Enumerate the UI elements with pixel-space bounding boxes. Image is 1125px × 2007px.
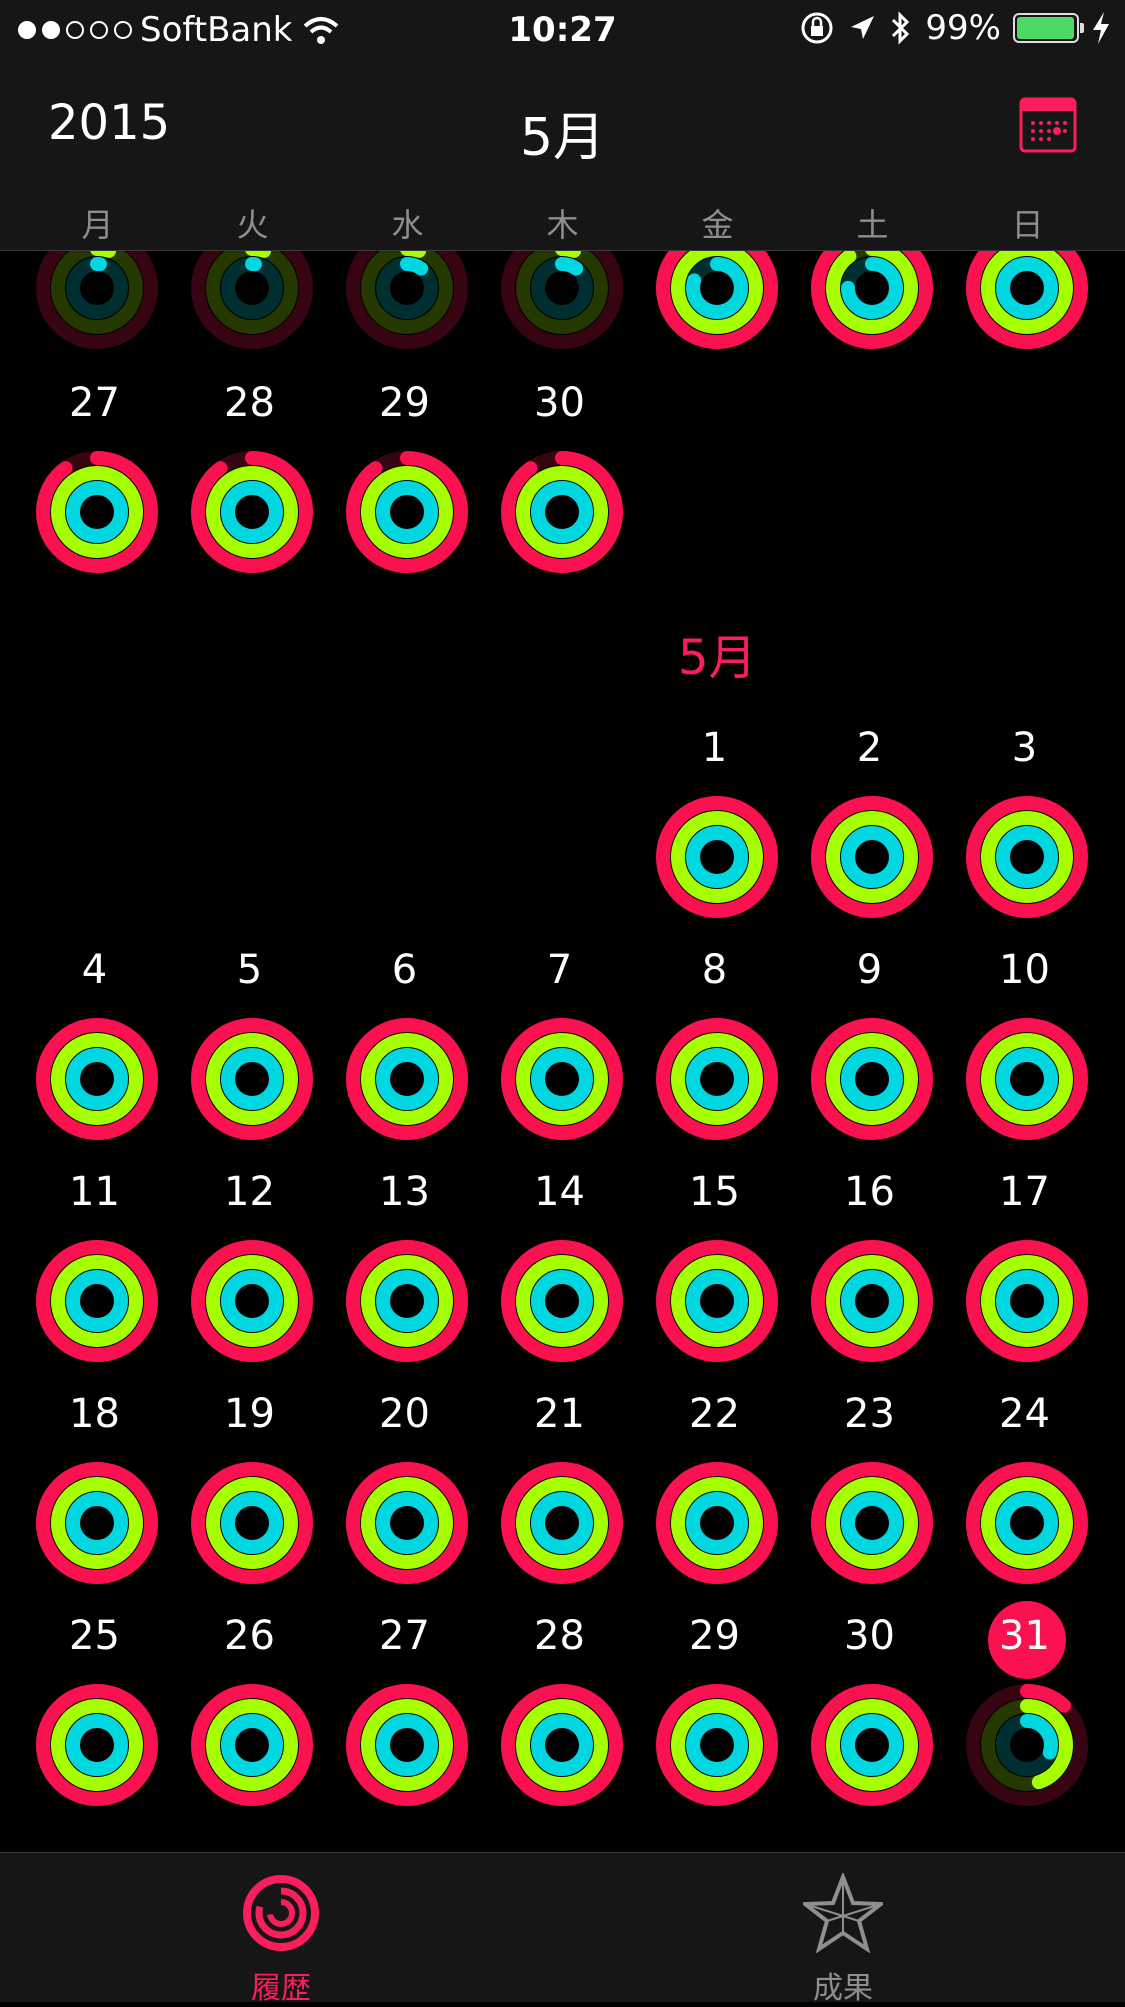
day-number: 29 [689, 1613, 740, 1659]
day-number: 10 [999, 947, 1050, 993]
star-icon [803, 1873, 883, 1953]
day-ring[interactable] [655, 1461, 779, 1585]
day-ring[interactable] [655, 1017, 779, 1141]
day-ring[interactable] [35, 1461, 159, 1585]
day-ring[interactable] [35, 450, 159, 574]
day-number: 27 [69, 380, 120, 426]
day-ring[interactable] [965, 1017, 1089, 1141]
day-ring[interactable] [345, 1239, 469, 1363]
day-ring[interactable] [810, 1239, 934, 1363]
day-number: 23 [844, 1391, 895, 1437]
tab-bar: 履歴 成果 [0, 1852, 1125, 2006]
calendar-icon[interactable] [1019, 95, 1077, 153]
day-number: 15 [689, 1169, 740, 1215]
day-ring[interactable] [35, 1683, 159, 1807]
tab-history[interactable]: 履歴 [131, 1853, 431, 2006]
day-ring[interactable] [500, 1239, 624, 1363]
weekday-label: 金 [701, 206, 734, 244]
day-number: 30 [844, 1613, 895, 1659]
day-number: 6 [391, 947, 418, 993]
tab-achievements-label: 成果 [813, 1971, 873, 2006]
weekday-label: 木 [546, 206, 579, 244]
weekday-label: 月 [81, 206, 114, 244]
status-bar: SoftBank 10:27 99% [0, 0, 1125, 62]
nav-bar: 2015 5月 [0, 95, 1125, 168]
day-ring[interactable] [35, 1239, 159, 1363]
day-number: 16 [844, 1169, 895, 1215]
day-number: 2 [856, 725, 883, 771]
charging-bolt-icon [1093, 12, 1109, 44]
month-section-title: 5月 [678, 630, 757, 686]
day-ring[interactable] [190, 450, 314, 574]
day-ring[interactable] [500, 1683, 624, 1807]
day-ring[interactable] [500, 1017, 624, 1141]
battery-percent: 99% [925, 8, 1001, 48]
day-number: 25 [69, 1613, 120, 1659]
day-ring[interactable] [345, 450, 469, 574]
day-number: 11 [69, 1169, 120, 1215]
day-ring[interactable] [810, 1683, 934, 1807]
day-number: 4 [81, 947, 108, 993]
day-number: 29 [379, 380, 430, 426]
weekday-label: 土 [856, 206, 889, 244]
day-number: 17 [999, 1169, 1050, 1215]
day-number: 14 [534, 1169, 585, 1215]
day-number: 30 [534, 380, 585, 426]
rotation-lock-icon [801, 12, 833, 44]
day-number: 19 [224, 1391, 275, 1437]
day-number: 20 [379, 1391, 430, 1437]
battery-icon [1013, 13, 1084, 43]
day-ring[interactable] [345, 1683, 469, 1807]
day-ring[interactable] [500, 1461, 624, 1585]
day-ring[interactable] [655, 1239, 779, 1363]
weekday-label: 火 [236, 206, 269, 244]
day-ring[interactable] [810, 795, 934, 919]
day-ring[interactable] [190, 1239, 314, 1363]
weekday-header: 月火水木金土日 [0, 200, 1125, 244]
day-ring[interactable] [655, 1683, 779, 1807]
day-number: 21 [534, 1391, 585, 1437]
day-number: 1 [701, 725, 728, 771]
day-number: 9 [856, 947, 883, 993]
day-number: 26 [224, 1613, 275, 1659]
day-ring[interactable] [345, 1017, 469, 1141]
day-number: 24 [999, 1391, 1050, 1437]
day-number: 8 [701, 947, 728, 993]
weekday-label: 日 [1011, 206, 1044, 244]
day-ring[interactable] [35, 1017, 159, 1141]
weekday-label: 水 [391, 206, 424, 244]
day-number: 7 [546, 947, 573, 993]
day-number: 13 [379, 1169, 430, 1215]
today-ring[interactable] [965, 1683, 1089, 1807]
bluetooth-icon [892, 11, 910, 45]
day-number: 28 [534, 1613, 585, 1659]
day-number: 5 [236, 947, 263, 993]
day-ring[interactable] [965, 795, 1089, 919]
day-ring[interactable] [500, 450, 624, 574]
day-number: 18 [69, 1391, 120, 1437]
day-ring[interactable] [345, 1461, 469, 1585]
day-ring[interactable] [190, 1461, 314, 1585]
calendar-scroll[interactable]: 27 28 29 30 5月 1 2 3 4 5 6 7 8 9 10 11 12 13 14 15 16 17 18 19 2… [0, 0, 1125, 1852]
day-ring[interactable] [965, 1239, 1089, 1363]
nav-title: 5月 [519, 108, 606, 168]
day-ring[interactable] [190, 1683, 314, 1807]
day-ring[interactable] [655, 795, 779, 919]
day-number: 28 [224, 380, 275, 426]
day-ring[interactable] [190, 1017, 314, 1141]
location-arrow-icon [851, 16, 875, 39]
tab-achievements[interactable]: 成果 [693, 1853, 993, 2006]
day-number: 12 [224, 1169, 275, 1215]
today-day-number: 31 [999, 1613, 1050, 1659]
day-number: 3 [1011, 725, 1038, 771]
day-ring[interactable] [810, 1461, 934, 1585]
day-ring[interactable] [810, 1017, 934, 1141]
activity-rings-icon [243, 1875, 319, 1951]
tab-history-label: 履歴 [251, 1971, 311, 2006]
top-bar: SoftBank 10:27 99% 2015 5月 月 火 水 木 金 土 日 [0, 0, 1125, 251]
day-number: 22 [689, 1391, 740, 1437]
day-number: 27 [379, 1613, 430, 1659]
day-ring[interactable] [965, 1461, 1089, 1585]
